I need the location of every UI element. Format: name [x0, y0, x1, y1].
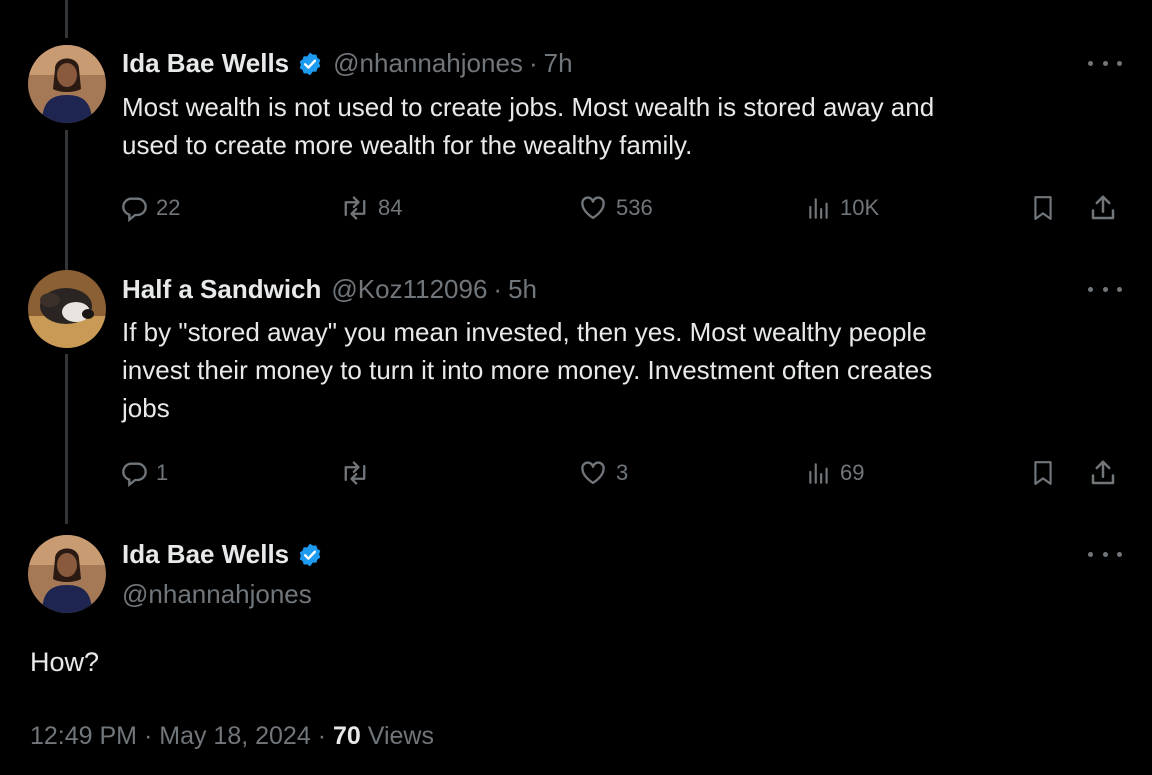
separator: ·	[528, 48, 538, 78]
like-icon	[578, 459, 608, 487]
like-button[interactable]: 3	[578, 453, 628, 493]
repost-button[interactable]	[340, 453, 378, 493]
views-count: 69	[840, 460, 865, 485]
like-icon	[578, 194, 608, 222]
repost-icon	[340, 194, 370, 222]
timestamp[interactable]: 7h	[544, 48, 573, 79]
reply-icon	[120, 194, 148, 222]
like-button[interactable]: 536	[578, 188, 653, 228]
thread-line-top	[65, 0, 68, 38]
tweet-text: Most wealth is not used to create jobs. …	[122, 92, 935, 160]
post-date[interactable]: May 18, 2024	[159, 722, 311, 750]
reply-count: 1	[156, 460, 169, 485]
reply-button[interactable]: 22	[120, 188, 180, 228]
post-time[interactable]: 12:49 PM	[30, 722, 137, 750]
share-button[interactable]	[1088, 453, 1118, 493]
thread-line-1	[65, 130, 68, 270]
avatar[interactable]	[28, 270, 106, 348]
author-handle[interactable]: @nhannahjones	[122, 579, 312, 610]
views-button[interactable]: 10K	[806, 188, 879, 228]
tweet-actions: 1 3 69	[120, 453, 1130, 493]
views-button[interactable]: 69	[806, 453, 864, 493]
focal-tweet-text: How?	[30, 647, 100, 677]
like-count: 3	[616, 460, 629, 485]
author-name[interactable]: Half a Sandwich	[122, 274, 321, 305]
tweet-header: Half a Sandwich @Koz112096 · 5h	[122, 274, 537, 305]
reply-icon	[120, 459, 148, 487]
tweet-actions: 22 84 536 10K	[120, 188, 1130, 228]
share-icon	[1088, 458, 1118, 488]
share-button[interactable]	[1088, 188, 1118, 228]
more-icon[interactable]	[1088, 284, 1122, 294]
author-name[interactable]: Ida Bae Wells	[122, 48, 289, 79]
author-name[interactable]: Ida Bae Wells	[122, 539, 289, 570]
views-count: 70	[332, 722, 361, 750]
separator: ·	[143, 722, 153, 750]
tweet-text: If by "stored away" you mean invested, t…	[122, 317, 933, 423]
focal-handle-row: @nhannahjones	[122, 579, 312, 610]
avatar[interactable]	[28, 45, 106, 123]
repost-button[interactable]: 84	[340, 188, 402, 228]
author-handle[interactable]: @nhannahjones	[333, 48, 523, 79]
like-count: 536	[616, 195, 653, 220]
repost-count: 84	[378, 195, 403, 220]
bookmark-button[interactable]	[1030, 188, 1056, 228]
verified-badge-icon	[297, 542, 323, 568]
bookmark-button[interactable]	[1030, 453, 1056, 493]
views-label: Views	[367, 722, 434, 750]
separator: ·	[493, 274, 503, 304]
more-icon[interactable]	[1088, 58, 1122, 68]
reply-count: 22	[156, 195, 181, 220]
thread-line-2	[65, 354, 68, 524]
focal-header: Ida Bae Wells	[122, 539, 323, 570]
separator: ·	[317, 722, 327, 750]
bookmark-icon	[1030, 458, 1056, 488]
share-icon	[1088, 193, 1118, 223]
repost-icon	[340, 459, 370, 487]
reply-button[interactable]: 1	[120, 453, 168, 493]
tweet-meta: 12:49 PM · May 18, 2024 · 70 Views	[30, 722, 434, 751]
more-icon[interactable]	[1088, 549, 1122, 559]
timestamp[interactable]: 5h	[508, 274, 537, 305]
views-icon	[806, 459, 832, 487]
tweet-header: Ida Bae Wells @nhannahjones · 7h	[122, 48, 573, 79]
verified-badge-icon	[297, 51, 323, 77]
views-icon	[806, 194, 832, 222]
bookmark-icon	[1030, 193, 1056, 223]
author-handle[interactable]: @Koz112096	[331, 274, 487, 305]
views-count: 10K	[840, 195, 880, 220]
avatar[interactable]	[28, 535, 106, 613]
